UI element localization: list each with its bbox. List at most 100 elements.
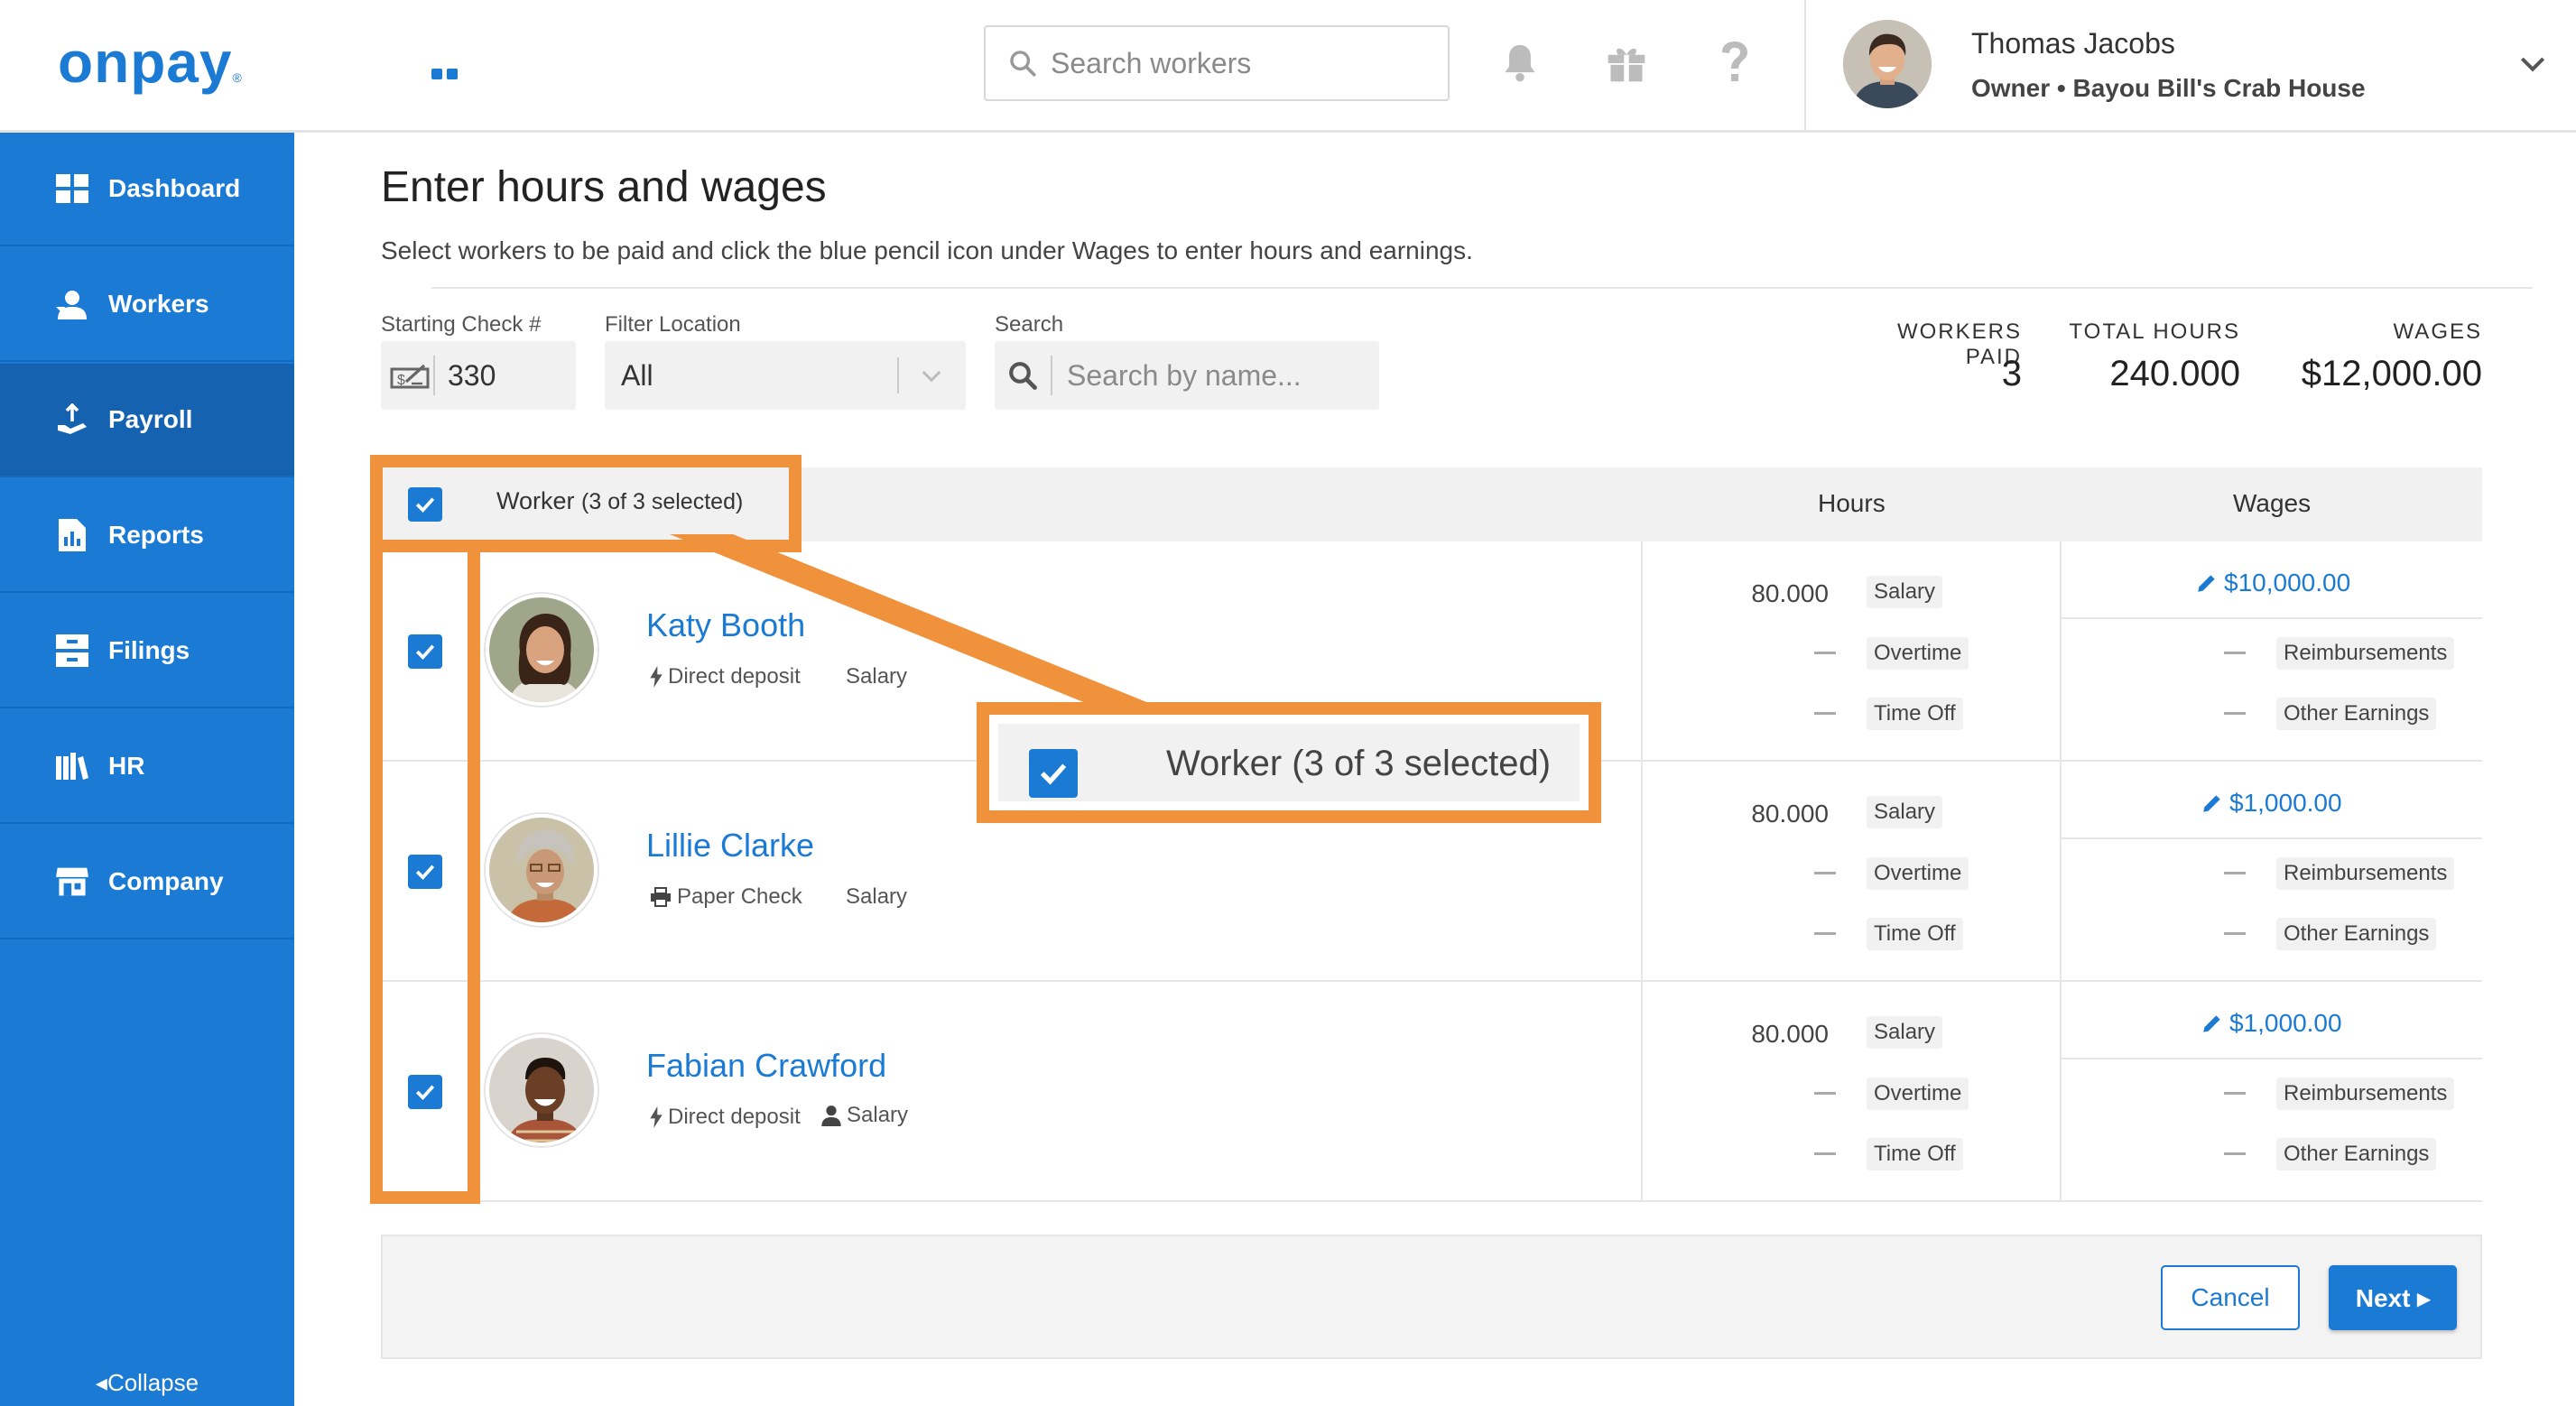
wages-column-header: Wages xyxy=(2233,489,2312,517)
next-label: Next xyxy=(2355,1283,2411,1312)
wage-amount: $10,000.00 xyxy=(2224,569,2351,597)
wage-amount: $1,000.00 xyxy=(2229,789,2342,817)
column-divider xyxy=(1641,541,1643,762)
lightning-icon xyxy=(650,1106,663,1128)
wage-divider xyxy=(2062,617,2482,619)
sidebar-item-label: Filings xyxy=(108,636,190,664)
help-icon[interactable] xyxy=(1708,36,1762,90)
user-name[interactable]: Thomas Jacobs xyxy=(1971,27,2175,60)
payroll-icon xyxy=(56,403,88,436)
time-off-tag: Time Off xyxy=(1867,1138,1963,1170)
pencil-icon xyxy=(2198,575,2215,592)
salary-hours-value[interactable]: 80.000 xyxy=(1720,579,1829,608)
check-dollar-icon: $ xyxy=(390,356,435,395)
wage-divider xyxy=(2062,837,2482,839)
salary-hours-value[interactable]: 80.000 xyxy=(1720,800,1829,828)
callout-zoom: Worker (3 of 3 selected) xyxy=(998,724,1580,801)
salary-hours-value[interactable]: 80.000 xyxy=(1720,1020,1829,1049)
starting-check-field[interactable]: $ xyxy=(381,341,576,410)
search-workers-input[interactable] xyxy=(1051,46,1430,80)
table-row: Fabian Crawford Direct deposit Salary 80… xyxy=(381,982,2482,1202)
annotation-checkbox-column-highlight xyxy=(370,540,480,1204)
sidebar-item-dashboard[interactable]: Dashboard xyxy=(0,133,294,246)
reimbursements-empty[interactable] xyxy=(2224,652,2246,654)
edit-wage-link[interactable]: $10,000.00 xyxy=(2195,569,2350,597)
reimbursements-tag: Reimbursements xyxy=(2276,1078,2455,1110)
overtime-hours-empty[interactable] xyxy=(1814,872,1836,874)
other-earnings-tag: Other Earnings xyxy=(2276,918,2437,950)
starting-check-input[interactable] xyxy=(448,358,556,393)
other-earnings-tag: Other Earnings xyxy=(2276,1138,2437,1170)
filter-location-value: All xyxy=(621,358,653,392)
reimbursements-empty[interactable] xyxy=(2224,1092,2246,1095)
time-off-tag: Time Off xyxy=(1867,698,1963,730)
name-search-input[interactable] xyxy=(1067,358,1365,393)
page-title: Enter hours and wages xyxy=(381,163,827,211)
worker-avatar xyxy=(486,1034,598,1146)
pencil-icon xyxy=(2203,795,2220,812)
sidebar-item-hr[interactable]: HR xyxy=(0,710,294,824)
overtime-tag: Overtime xyxy=(1867,857,1969,890)
worker-name-link[interactable]: Lillie Clarke xyxy=(646,827,814,865)
filter-location-label: Filter Location xyxy=(605,312,741,337)
other-earnings-tag: Other Earnings xyxy=(2276,698,2437,730)
reports-icon xyxy=(56,519,88,551)
sidebar-item-label: Workers xyxy=(108,290,209,318)
overtime-hours-empty[interactable] xyxy=(1814,652,1836,654)
logo-text: onpay xyxy=(58,30,233,95)
onpay-logo[interactable]: onpay ® xyxy=(51,30,2533,289)
chevron-down-icon[interactable] xyxy=(2515,45,2551,81)
person-icon xyxy=(821,1105,841,1126)
sidebar-item-reports[interactable]: Reports xyxy=(0,479,294,593)
edit-wage-link[interactable]: $1,000.00 xyxy=(2201,789,2342,818)
svg-text:$: $ xyxy=(397,373,405,388)
sidebar-item-label: Reports xyxy=(108,521,204,549)
search-icon xyxy=(1010,51,1036,77)
overtime-hours-empty[interactable] xyxy=(1814,1092,1836,1095)
filings-icon xyxy=(56,634,88,667)
collapse-button[interactable]: ◂Collapse xyxy=(0,1369,294,1397)
reimbursements-tag: Reimbursements xyxy=(2276,637,2455,670)
gift-icon[interactable] xyxy=(1599,36,1654,90)
wages-value: $12,000.00 xyxy=(2301,354,2482,393)
sidebar-item-filings[interactable]: Filings xyxy=(0,595,294,708)
time-off-hours-empty[interactable] xyxy=(1814,712,1836,715)
payment-method-label: Direct deposit xyxy=(668,1105,801,1129)
other-earnings-empty[interactable] xyxy=(2224,932,2246,935)
sidebar-item-label: Dashboard xyxy=(108,174,241,202)
sidebar-item-label: Payroll xyxy=(108,405,193,433)
payment-method-label: Direct deposit xyxy=(668,664,801,689)
sidebar-item-label: Company xyxy=(108,867,224,895)
name-search-box[interactable] xyxy=(995,341,1379,410)
wage-divider xyxy=(2062,1058,2482,1059)
pay-type: Salary xyxy=(821,1103,908,1128)
hr-icon xyxy=(56,750,88,782)
top-search-box[interactable] xyxy=(984,25,1450,101)
filter-location-select[interactable]: All xyxy=(605,341,966,410)
reimbursements-empty[interactable] xyxy=(2224,872,2246,874)
other-earnings-empty[interactable] xyxy=(2224,712,2246,715)
bell-icon[interactable] xyxy=(1493,36,1547,90)
reimbursements-tag: Reimbursements xyxy=(2276,857,2455,890)
time-off-hours-empty[interactable] xyxy=(1814,1152,1836,1155)
next-button[interactable]: Next ▸ xyxy=(2329,1265,2457,1330)
sidebar-item-payroll[interactable]: Payroll xyxy=(0,364,294,477)
payment-method-label: Paper Check xyxy=(677,884,802,909)
payment-method: Direct deposit xyxy=(650,1105,801,1130)
sidebar-item-workers[interactable]: Workers xyxy=(0,248,294,362)
column-divider xyxy=(1641,762,1643,982)
top-divider xyxy=(1804,0,1806,133)
time-off-hours-empty[interactable] xyxy=(1814,932,1836,935)
cancel-button[interactable]: Cancel xyxy=(2161,1265,2300,1330)
edit-wage-link[interactable]: $1,000.00 xyxy=(2201,1009,2342,1038)
total-hours-label: TOTAL HOURS xyxy=(2069,319,2240,344)
other-earnings-empty[interactable] xyxy=(2224,1152,2246,1155)
sidebar-item-company[interactable]: Company xyxy=(0,826,294,939)
pencil-icon xyxy=(2203,1015,2220,1032)
user-avatar[interactable] xyxy=(1843,20,1932,108)
caret-right-icon: ▸ xyxy=(2410,1283,2431,1312)
worker-name-link[interactable]: Katy Booth xyxy=(646,606,805,644)
worker-name-link[interactable]: Fabian Crawford xyxy=(646,1047,886,1085)
workers-paid-value: 3 xyxy=(2001,354,2022,393)
printer-icon xyxy=(651,887,671,907)
